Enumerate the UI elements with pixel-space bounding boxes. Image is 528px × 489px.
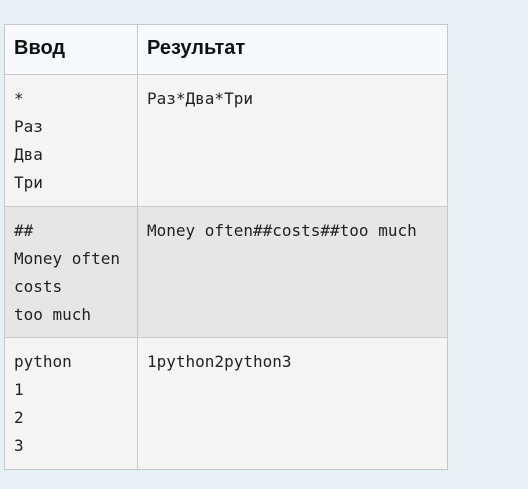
- input-line: ##: [14, 221, 34, 240]
- input-line: Раз: [14, 117, 43, 136]
- input-line: costs: [14, 277, 63, 296]
- result-cell: 1python2python3: [137, 337, 448, 470]
- input-line: python: [14, 352, 72, 371]
- input-line: Два: [14, 145, 43, 164]
- header-input: Ввод: [4, 24, 138, 75]
- table-row: ## Money often costs too much Money often##…: [4, 206, 448, 338]
- result-cell: Раз*Два*Три: [137, 74, 448, 207]
- input-cell: python 1 2 3: [4, 337, 138, 470]
- input-line: too much: [14, 305, 92, 324]
- result-cell: Money often##costs##too much: [137, 206, 448, 338]
- examples-table: Ввод Результат * Раз Два Три Раз*Два*Три ##…: [4, 24, 448, 470]
- input-cell: * Раз Два Три: [4, 74, 138, 207]
- input-line: 3: [14, 436, 24, 455]
- input-line: 1: [14, 380, 24, 399]
- table-row: * Раз Два Три Раз*Два*Три: [4, 74, 448, 207]
- table-header-row: Ввод Результат: [4, 24, 448, 75]
- table-row: python 1 2 3 1python2python3: [4, 337, 448, 470]
- input-line: Три: [14, 173, 43, 192]
- input-line: *: [14, 89, 24, 108]
- input-line: Money often: [14, 249, 120, 268]
- input-cell: ## Money often costs too much: [4, 206, 138, 338]
- input-line: 2: [14, 408, 24, 427]
- header-result: Результат: [137, 24, 448, 75]
